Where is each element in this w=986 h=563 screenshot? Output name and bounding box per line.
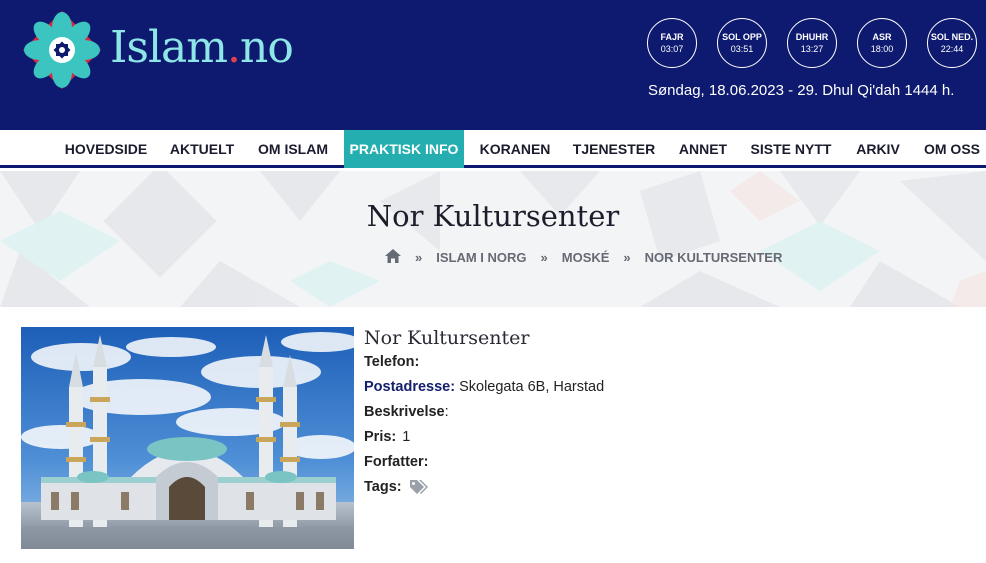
page-header-band: Nor Kultursenter » ISLAM I NORG » MOSKÉ …	[0, 171, 986, 307]
nav-item-praktisk-info[interactable]: PRAKTISK INFO	[344, 130, 464, 168]
nav-item-annet[interactable]: ANNET	[670, 130, 736, 168]
field-forfatter: Forfatter:	[364, 454, 432, 470]
breadcrumb-item-current: NOR KULTURSENTER	[644, 249, 783, 265]
site-logo[interactable]	[20, 8, 104, 92]
nav-item-om-islam[interactable]: OM ISLAM	[250, 130, 336, 168]
forfatter-label: Forfatter:	[364, 454, 429, 470]
pris-value: 1	[402, 429, 411, 445]
geometric-pattern-background	[0, 171, 986, 307]
prayer-time-sol-opp: SOL OPP 03:51	[717, 18, 767, 68]
date-line: Søndag, 18.06.2023 - 29. Dhul Qi'dah 144…	[648, 82, 955, 99]
site-header: Islam.no FAJR 03:07 SOL OPP 03:51 DHUHR 13:…	[0, 0, 986, 130]
field-tags: Tags:	[364, 479, 429, 495]
logo-rosette-icon	[23, 11, 101, 89]
mosque-photo	[21, 327, 354, 549]
content-area: Nor Kultursenter Telefon: Postadresse: S…	[0, 307, 986, 563]
page-title: Nor Kultursenter	[366, 199, 620, 233]
field-telefon: Telefon:	[364, 354, 423, 370]
breadcrumb-item-islam-i-norg[interactable]: ISLAM I NORG	[436, 250, 526, 265]
nav-item-om-oss[interactable]: OM OSS	[918, 130, 986, 168]
entry-title: Nor Kultursenter	[364, 327, 530, 349]
prayer-time-sol-ned: SOL NED. 22:44	[927, 18, 977, 68]
double-chevron-right-icon: »	[623, 249, 631, 265]
site-logo-text[interactable]: Islam.no	[110, 22, 294, 73]
double-chevron-right-icon: »	[540, 249, 548, 265]
nav-item-aktuelt[interactable]: AKTUELT	[162, 130, 242, 168]
prayer-time-dhuhr: DHUHR 13:27	[787, 18, 837, 68]
field-beskrivelse: Beskrivelse:	[364, 404, 449, 420]
postadresse-label: Postadresse:	[364, 379, 456, 395]
tags-icon	[409, 479, 429, 495]
postadresse-value: Skolegata 6B, Harstad	[459, 379, 605, 395]
main-nav: HOVEDSIDE AKTUELT OM ISLAM PRAKTISK INFO…	[0, 130, 986, 168]
nav-item-koranen[interactable]: KORANEN	[474, 130, 556, 168]
pris-label: Pris:	[364, 429, 397, 445]
breadcrumb-item-moske[interactable]: MOSKÉ	[562, 250, 610, 265]
prayer-time-asr: ASR 18:00	[857, 18, 907, 68]
telefon-label: Telefon:	[364, 354, 420, 370]
field-postadresse: Postadresse: Skolegata 6B, Harstad	[364, 379, 604, 395]
tags-label: Tags:	[364, 479, 402, 495]
prayer-time-fajr: FAJR 03:07	[647, 18, 697, 68]
field-pris: Pris: 1	[364, 429, 410, 445]
beskrivelse-label: Beskrivelse	[364, 404, 445, 420]
double-chevron-right-icon: »	[415, 249, 423, 265]
home-icon[interactable]	[385, 248, 401, 266]
nav-item-siste-nytt[interactable]: SISTE NYTT	[746, 130, 836, 168]
nav-item-tjenester[interactable]: TJENESTER	[566, 130, 662, 168]
nav-item-hovedside[interactable]: HOVEDSIDE	[58, 130, 154, 168]
nav-item-arkiv[interactable]: ARKIV	[848, 130, 908, 168]
breadcrumb: » ISLAM I NORG » MOSKÉ » NOR KULTURSENTE…	[385, 247, 782, 267]
